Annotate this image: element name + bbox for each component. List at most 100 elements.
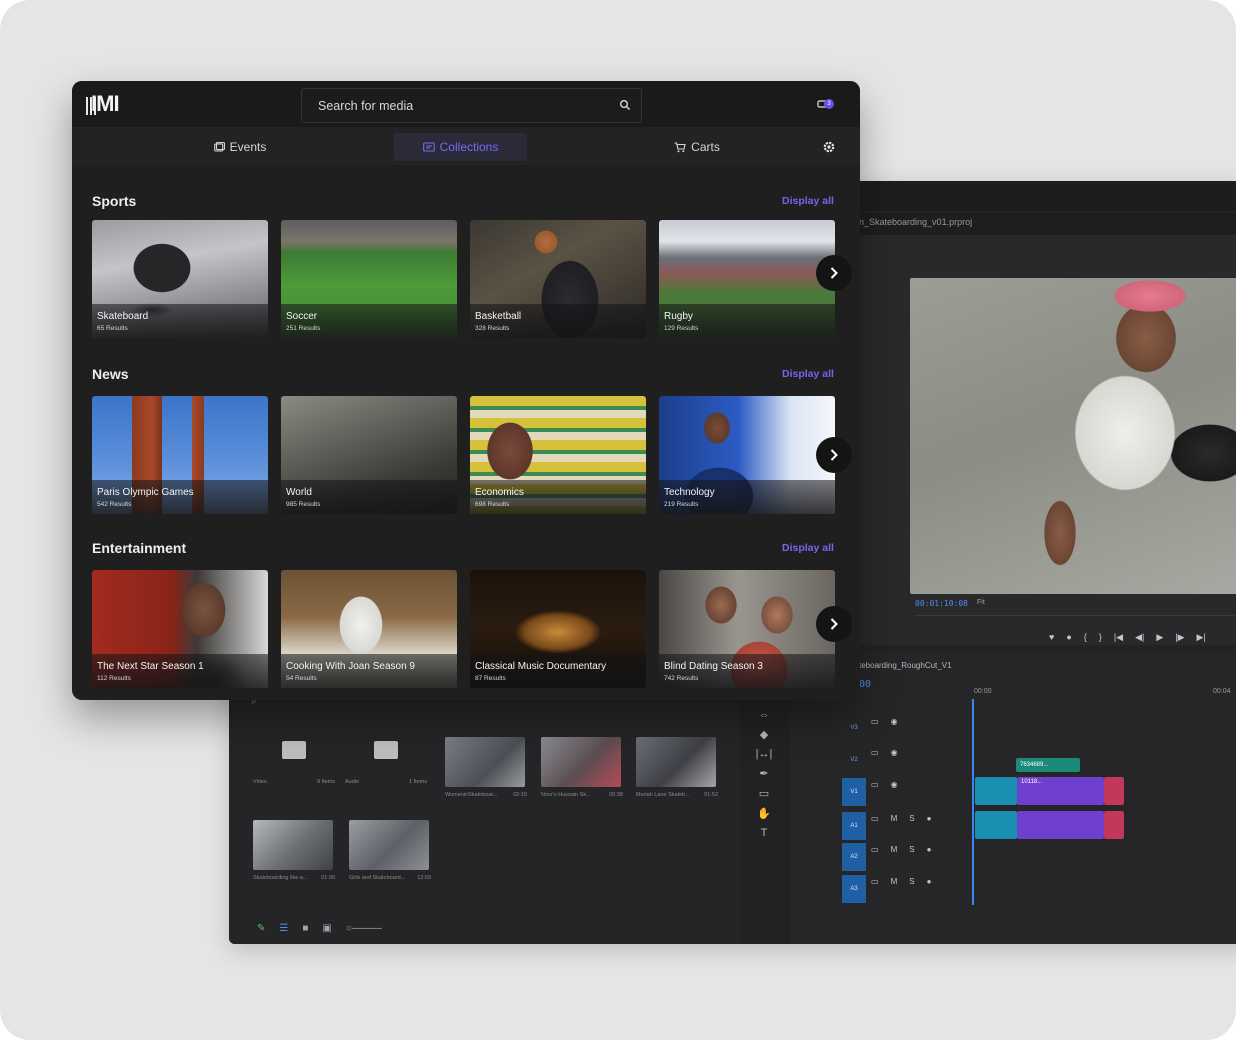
ripple-edit-icon[interactable]: ⇔ xyxy=(759,709,770,721)
bin-item-name: Skateboarding like a... xyxy=(253,875,308,881)
search-bar[interactable] xyxy=(301,88,642,123)
collection-card[interactable]: Blind Dating Season 3 742 Results xyxy=(659,570,835,688)
next-sports-button[interactable] xyxy=(816,255,852,291)
play-icon[interactable]: ▶ xyxy=(1156,632,1163,643)
zoom-slider[interactable]: ○——— xyxy=(346,923,382,934)
track-label-v3[interactable]: V3 xyxy=(842,714,866,742)
zoom-fit-select[interactable]: Fit xyxy=(977,599,985,606)
pen-icon[interactable]: ✒ xyxy=(759,767,768,780)
bin-folder-audio[interactable]: Audio 1 Items xyxy=(345,729,427,785)
razor-icon[interactable]: ◆ xyxy=(760,728,768,741)
bin-clip[interactable]: WomeninSkateboar... 02:15 xyxy=(445,737,527,798)
pencil-icon[interactable]: ✎ xyxy=(257,923,265,934)
icon-view-icon[interactable]: ■ xyxy=(302,923,308,934)
timeline-clip-a1-b[interactable] xyxy=(1017,811,1104,839)
timeline-clip-v1-b[interactable]: 10118... xyxy=(1017,777,1104,805)
collection-card[interactable]: Economics 698 Results xyxy=(470,396,646,514)
track-label-v2[interactable]: V2 xyxy=(842,746,866,774)
audio-track-icon[interactable]: ▭ xyxy=(871,845,879,854)
bin-clip[interactable]: Skateboarding like a... 01:30 xyxy=(253,820,335,881)
display-all-news[interactable]: Display all xyxy=(782,368,834,380)
bin-clip[interactable]: Mariah Lane Skateb... 01:52 xyxy=(636,737,718,798)
timeline-clip-v1[interactable] xyxy=(975,777,1017,805)
mic-icon[interactable]: ● xyxy=(927,814,932,823)
background-card: n_Skateboarding_v01.prproj 00:01:10:08 F… xyxy=(0,0,1236,1040)
list-view-icon[interactable]: ☰ xyxy=(279,923,288,934)
sequence-timecode: 00 xyxy=(859,679,872,690)
track-label-a1[interactable]: A1 xyxy=(842,812,866,840)
eye-icon[interactable]: ◉ xyxy=(891,748,898,757)
collection-card[interactable]: The Next Star Season 1 112 Results xyxy=(92,570,268,688)
track-label-a3[interactable]: A3 xyxy=(842,875,866,903)
film-icon[interactable]: ▭ xyxy=(871,717,879,726)
collection-card[interactable]: Classical Music Documentary 87 Results xyxy=(470,570,646,688)
mark-in-icon[interactable]: { xyxy=(1084,632,1087,643)
display-all-sports[interactable]: Display all xyxy=(782,195,834,207)
card-title: Basketball xyxy=(475,311,522,322)
next-entertainment-button[interactable] xyxy=(816,606,852,642)
camera-icon[interactable]: ● xyxy=(1066,632,1071,643)
track-label-v1[interactable]: V1 xyxy=(842,778,866,806)
folder-icon xyxy=(282,741,306,759)
collection-card[interactable]: Basketball 328 Results xyxy=(470,220,646,338)
type-icon[interactable]: T xyxy=(761,827,768,839)
solo-button[interactable]: S xyxy=(909,877,914,886)
mark-out-icon[interactable]: } xyxy=(1099,632,1102,643)
bin-item-name: Noor's Hussain Sk... xyxy=(541,792,591,798)
search-icon[interactable] xyxy=(619,99,631,111)
gear-icon[interactable] xyxy=(822,140,836,154)
collection-card[interactable]: Cooking With Joan Season 9 54 Results xyxy=(281,570,457,688)
mute-button[interactable]: M xyxy=(891,845,898,854)
go-to-in-icon[interactable]: |◀ xyxy=(1114,632,1123,643)
solo-button[interactable]: S xyxy=(909,814,914,823)
hand-icon[interactable]: ✋ xyxy=(757,807,771,820)
tab-carts[interactable]: Carts xyxy=(647,133,747,161)
slip-icon[interactable]: |↔| xyxy=(756,748,773,760)
program-ruler[interactable] xyxy=(915,615,1235,623)
mic-icon[interactable]: ● xyxy=(927,845,932,854)
mute-button[interactable]: M xyxy=(891,814,898,823)
eye-icon[interactable]: ◉ xyxy=(891,780,898,789)
audio-track-icon[interactable]: ▭ xyxy=(871,877,879,886)
timeline-clip-a1[interactable] xyxy=(975,811,1017,839)
mic-icon[interactable]: ● xyxy=(927,877,932,886)
collection-card[interactable]: Skateboard 65 Results xyxy=(92,220,268,338)
search-input[interactable] xyxy=(318,97,608,115)
track-controls-a3: ▭ M S ● xyxy=(871,877,931,886)
timeline-clip-v2[interactable]: 7634689... xyxy=(1016,758,1080,772)
freeform-view-icon[interactable]: ▣ xyxy=(322,923,331,934)
bin-footer-toolbar: ✎ ☰ ■ ▣ ○——— xyxy=(257,923,382,934)
card-title: Technology xyxy=(664,487,715,498)
timeline-clip-v1-c[interactable] xyxy=(1104,777,1124,805)
next-news-button[interactable] xyxy=(816,437,852,473)
tab-collections[interactable]: Collections xyxy=(394,133,527,161)
track-label-a2[interactable]: A2 xyxy=(842,843,866,871)
mute-button[interactable]: M xyxy=(891,877,898,886)
display-all-entertainment[interactable]: Display all xyxy=(782,542,834,554)
collection-card[interactable]: Soccer 251 Results xyxy=(281,220,457,338)
bin-clip[interactable]: Noor's Hussain Sk... 00:38 xyxy=(541,737,623,798)
collection-card[interactable]: Technology 219 Results xyxy=(659,396,835,514)
card-count: 542 Results xyxy=(97,501,132,508)
marker-icon[interactable]: ♥ xyxy=(1049,632,1054,643)
tab-events-label: Events xyxy=(229,140,267,154)
collection-card[interactable]: World 985 Results xyxy=(281,396,457,514)
timeline-clip-a1-c[interactable] xyxy=(1104,811,1124,839)
tab-events[interactable]: Events xyxy=(187,133,293,161)
step-forward-icon[interactable]: |▶ xyxy=(1175,632,1184,643)
go-to-out-icon[interactable]: ▶| xyxy=(1197,632,1206,643)
collection-card[interactable]: Paris Olympic Games 542 Results xyxy=(92,396,268,514)
film-icon[interactable]: ▭ xyxy=(871,780,879,789)
solo-button[interactable]: S xyxy=(909,845,914,854)
rectangle-icon[interactable]: ▭ xyxy=(759,787,769,800)
collection-card[interactable]: Rugby 129 Results xyxy=(659,220,835,338)
step-back-icon[interactable]: ◀| xyxy=(1135,632,1144,643)
card-title: Economics xyxy=(475,487,524,498)
bin-clip[interactable]: Girls and Skateboard... 12:03 xyxy=(349,820,431,881)
film-icon[interactable]: ▭ xyxy=(871,748,879,757)
audio-track-icon[interactable]: ▭ xyxy=(871,814,879,823)
playhead[interactable] xyxy=(972,699,974,905)
eye-icon[interactable]: ◉ xyxy=(891,717,898,726)
bin-folder-video[interactable]: Video 9 Items xyxy=(253,729,335,785)
notifications-button[interactable]: 3 xyxy=(817,98,837,112)
